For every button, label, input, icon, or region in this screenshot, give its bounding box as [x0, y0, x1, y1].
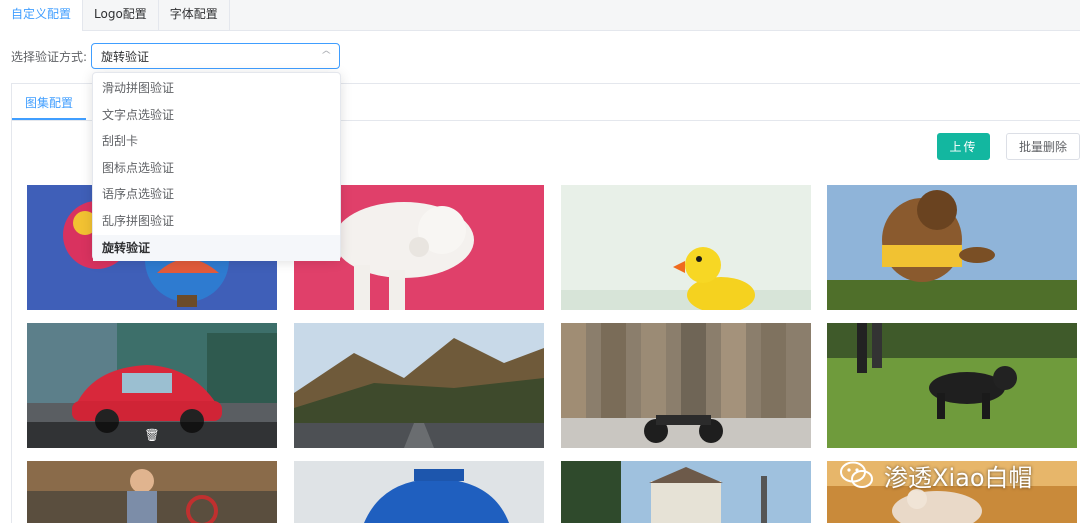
image-delete-overlay[interactable]: 🗑: [27, 422, 277, 448]
gallery-image-child-bicycle[interactable]: [27, 461, 277, 523]
tab-font-config[interactable]: 字体配置: [159, 0, 230, 30]
gallery-image-harbor-town[interactable]: [561, 461, 811, 523]
option-text-click[interactable]: 文字点选验证: [93, 102, 340, 129]
option-shuffle-puzzle[interactable]: 乱序拼图验证: [93, 208, 340, 235]
chevron-up-icon: ^: [319, 50, 332, 61]
gallery-image-blue-scooter[interactable]: [294, 461, 544, 523]
option-icon-click[interactable]: 图标点选验证: [93, 155, 340, 182]
verify-method-value: 旋转验证: [101, 49, 150, 64]
top-tab-bar: 自定义配置 Logo配置 字体配置: [0, 0, 1080, 31]
tab-logo-config[interactable]: Logo配置: [83, 0, 159, 30]
verify-method-row: 选择验证方式: 旋转验证 ^: [11, 43, 340, 69]
option-slide-puzzle[interactable]: 滑动拼图验证: [93, 75, 340, 102]
option-word-order-click[interactable]: 语序点选验证: [93, 181, 340, 208]
tab-custom-config[interactable]: 自定义配置: [0, 0, 84, 31]
gallery-image-mountain-road[interactable]: [294, 323, 544, 448]
gallery-image-rubber-duck[interactable]: [561, 185, 811, 310]
batch-delete-button[interactable]: 批量删除: [1006, 133, 1080, 160]
verify-method-select[interactable]: 旋转验证 ^: [91, 43, 340, 69]
gallery-image-red-beetle[interactable]: 🗑: [27, 323, 277, 448]
watermark-text: 渗透Xiao白帽: [884, 463, 1033, 492]
trash-icon[interactable]: 🗑: [144, 428, 159, 442]
option-scratch-card[interactable]: 刮刮卡: [93, 128, 340, 155]
watermark: 渗透Xiao白帽: [840, 457, 1033, 493]
verify-method-label: 选择验证方式:: [11, 49, 88, 64]
tab-gallery-config[interactable]: 图集配置: [12, 84, 87, 120]
gallery-image-motorcycle[interactable]: [561, 323, 811, 448]
gallery-image-dog-running[interactable]: [827, 323, 1077, 448]
verify-method-dropdown: 滑动拼图验证 文字点选验证 刮刮卡 图标点选验证 语序点选验证 乱序拼图验证 旋…: [92, 72, 341, 262]
option-rotate[interactable]: 旋转验证: [93, 234, 340, 262]
wechat-icon: [840, 461, 873, 488]
gallery-image-dog-jumping[interactable]: [827, 185, 1077, 310]
upload-button[interactable]: 上传: [937, 133, 990, 160]
